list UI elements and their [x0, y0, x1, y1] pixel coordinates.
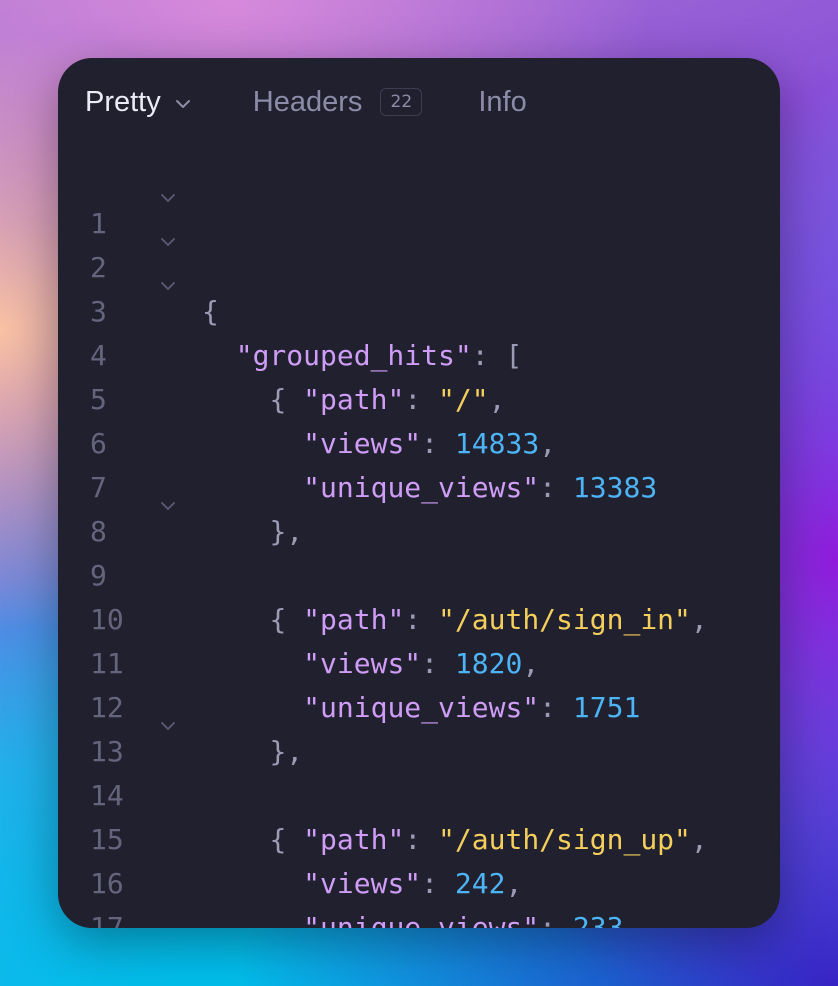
- code-line: 16 "unique_views": 233: [58, 818, 780, 928]
- line-number: 17: [90, 911, 124, 928]
- code-line: 1 {: [58, 158, 780, 328]
- json-key: "unique_views": [303, 911, 540, 928]
- code-line: 15 "views": 242,: [58, 774, 780, 900]
- code-line: 17 },: [58, 862, 780, 928]
- fold-chevron-icon[interactable]: [160, 701, 176, 730]
- chevron-down-icon[interactable]: [175, 85, 191, 118]
- code-line: 10 "views": 1820,: [58, 554, 780, 680]
- code-line: 5 "views": 14833,: [58, 334, 780, 460]
- code-line: 9 "path": "/auth/sign_in",: [58, 510, 780, 636]
- code-line: 2 "grouped_hits": [: [58, 202, 780, 372]
- tab-info[interactable]: Info: [478, 86, 526, 119]
- tab-pretty-label: Pretty: [85, 85, 161, 118]
- json-code-view: 1 { 2 "grouped_hits": [ 3 { 4 "path": "/…: [58, 158, 780, 928]
- fold-chevron-icon[interactable]: [160, 261, 176, 290]
- code-content: "unique_views": 233: [202, 906, 623, 928]
- tab-headers-label: Headers: [252, 85, 363, 118]
- code-line: 3 {: [58, 246, 780, 416]
- code-line: 12 },: [58, 642, 780, 768]
- tab-info-label: Info: [478, 85, 527, 118]
- headers-count-badge: 22: [380, 88, 423, 116]
- fold-chevron-icon[interactable]: [160, 173, 176, 202]
- code-line: 13 {: [58, 686, 780, 856]
- fold-chevron-icon[interactable]: [160, 481, 176, 510]
- code-line: 6 "unique_views": 13383: [58, 378, 780, 504]
- tab-headers[interactable]: Headers 22: [253, 86, 423, 119]
- response-tabs: Pretty Headers 22 Info: [85, 82, 527, 122]
- code-line: 14 "path": "/auth/sign_up",: [58, 730, 780, 856]
- code-line: 4 "path": "/",: [58, 290, 780, 416]
- colon: :: [539, 911, 573, 928]
- code-line: 11 "unique_views": 1751: [58, 598, 780, 724]
- fold-chevron-icon[interactable]: [160, 217, 176, 246]
- code-line: 7 },: [58, 422, 780, 548]
- json-number-value: 233: [572, 911, 624, 928]
- code-line: 8 {: [58, 466, 780, 636]
- response-panel: Pretty Headers 22 Info 1 { 2 "grouped_hi…: [58, 58, 780, 928]
- tab-pretty[interactable]: Pretty: [85, 86, 191, 119]
